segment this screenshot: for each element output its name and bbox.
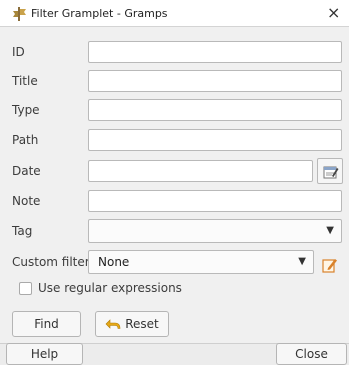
date-field[interactable]	[88, 160, 313, 182]
close-label: Close	[295, 347, 328, 361]
path-field[interactable]	[88, 129, 342, 151]
type-field[interactable]	[88, 99, 342, 121]
type-label: Type	[12, 103, 40, 117]
reset-label: Reset	[125, 317, 159, 331]
tag-label: Tag	[12, 224, 33, 238]
help-label: Help	[30, 347, 59, 361]
regex-label: Use regular expressions	[38, 281, 182, 295]
close-button[interactable]: Close	[276, 343, 347, 365]
close-icon[interactable]: ×	[327, 3, 340, 22]
custom-filter-label: Custom filter	[12, 255, 90, 269]
reset-button[interactable]: Reset	[95, 311, 169, 337]
tag-combo[interactable]: ▼	[88, 219, 342, 243]
custom-filter-selected: None	[98, 255, 130, 269]
window-title: Filter Gramplet - Gramps	[31, 7, 168, 20]
path-label: Path	[12, 133, 39, 147]
regex-checkbox[interactable]	[19, 282, 32, 295]
id-field[interactable]	[88, 41, 342, 63]
calendar-edit-icon	[323, 166, 339, 179]
date-editor-button[interactable]	[317, 158, 343, 184]
gramplet-icon	[13, 7, 26, 21]
id-label: ID	[12, 45, 25, 59]
title-label: Title	[12, 74, 38, 88]
find-button[interactable]: Find	[12, 311, 81, 337]
title-field[interactable]	[88, 70, 342, 92]
note-field[interactable]	[88, 190, 342, 212]
help-button[interactable]: Help	[6, 343, 83, 365]
note-label: Note	[12, 194, 41, 208]
title-bar: Filter Gramplet - Gramps ×	[0, 0, 349, 27]
custom-filter-combo[interactable]: None ▼	[88, 250, 314, 274]
undo-icon	[105, 319, 121, 329]
edit-filter-icon[interactable]	[322, 257, 338, 273]
date-label: Date	[12, 164, 41, 178]
find-label: Find	[34, 317, 59, 331]
chevron-down-icon: ▼	[298, 256, 306, 267]
chevron-down-icon: ▼	[326, 225, 334, 236]
